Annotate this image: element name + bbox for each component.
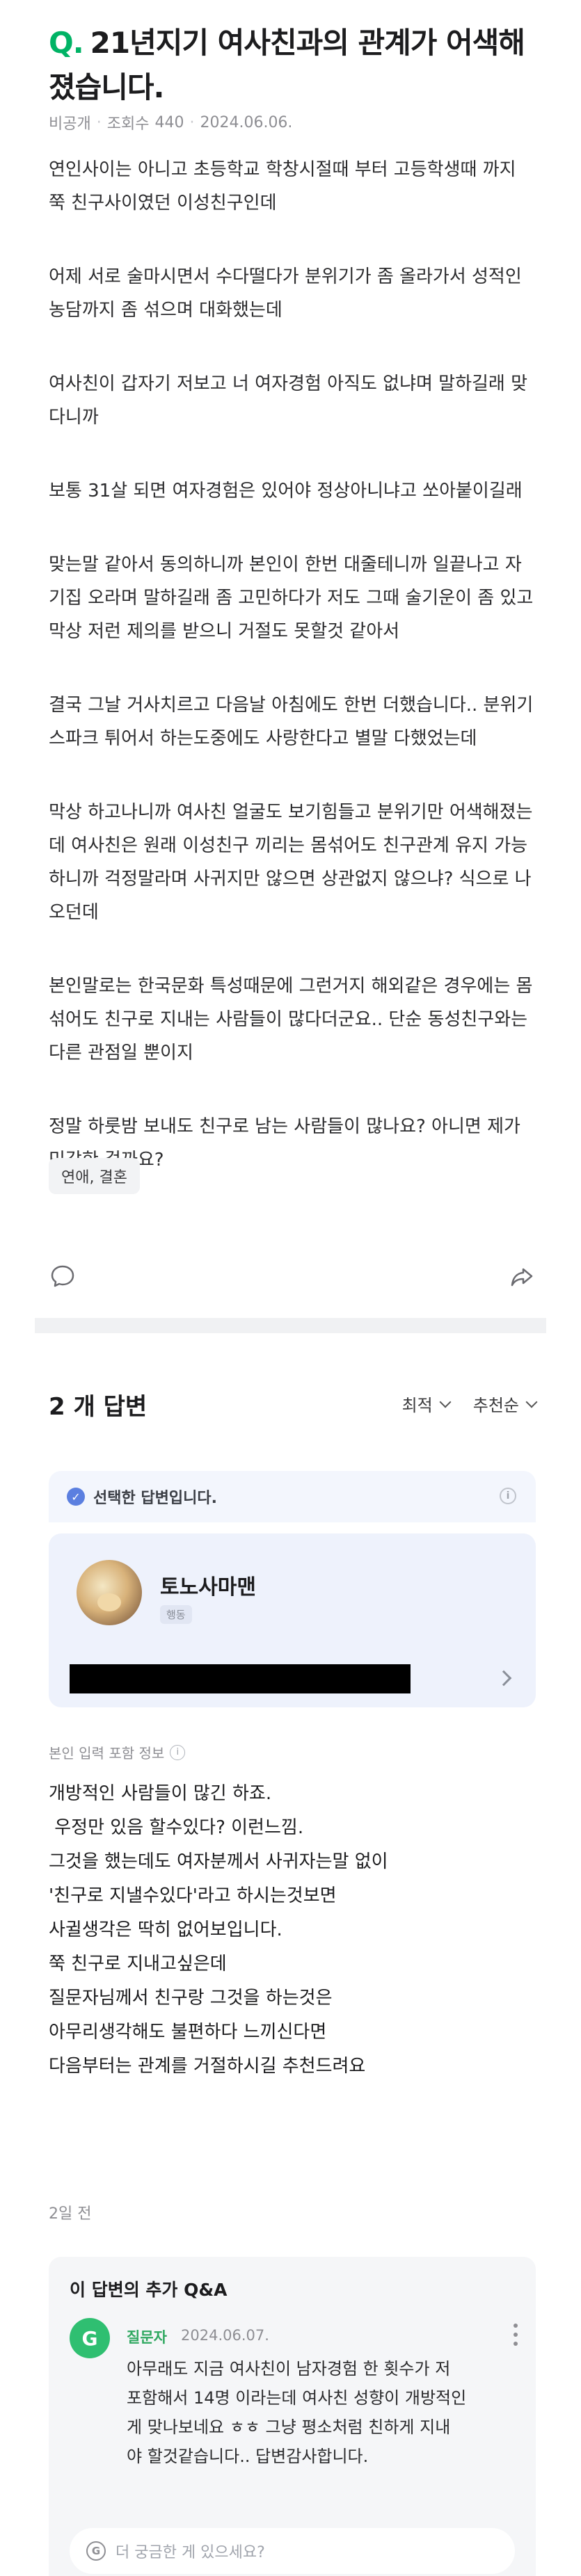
- q-mark: Q.: [49, 26, 84, 60]
- sort-best-button[interactable]: 최적: [401, 1392, 452, 1416]
- included-info: 본인 입력 포함 정보 i: [49, 1742, 186, 1762]
- check-icon: ✓: [67, 1488, 85, 1506]
- info-icon[interactable]: i: [170, 1744, 186, 1760]
- question-paragraph: 맞는말 같아서 동의하니까 본인이 한번 대줄테니까 일끝나고 자기집 오라며 …: [49, 554, 534, 642]
- question-date: 2024.06.06.: [200, 113, 293, 131]
- meta-separator: ·: [96, 113, 102, 131]
- redacted-bar: [70, 1664, 411, 1693]
- avatar: [77, 1560, 142, 1625]
- views-label: 조회수: [106, 115, 150, 133]
- more-options-icon[interactable]: [514, 2324, 519, 2346]
- asker-avatar: G: [70, 2318, 110, 2358]
- answer-line: 개방적인 사람들이 많긴 하죠.: [49, 1783, 272, 1804]
- question-meta: 비공개 · 조회수 440 · 2024.06.06.: [49, 111, 292, 134]
- question-paragraph: 보통 31살 되면 여자경험은 있어야 정상아니냐고 쏘아붙이길래: [49, 481, 523, 501]
- sort-recommend-label: 추천순: [472, 1396, 519, 1415]
- visibility-label: 비공개: [49, 115, 91, 133]
- chevron-down-icon: [525, 1396, 538, 1408]
- answer-line: 아무리생각해도 불편하다 느끼신다면: [49, 2022, 327, 2043]
- meta-separator: ·: [189, 113, 195, 131]
- followup-qa-box: 이 답변의 추가 Q&A G 질문자 2024.06.07. 아무래도 지금 여…: [49, 2257, 536, 2576]
- followup-line: 야 할것같습니다.. 답변감사합니다.: [127, 2447, 369, 2466]
- question-body: 연인사이는 아니고 초등학교 학창시절때 부터 고등학생때 까지 쭉 친구사이였…: [49, 153, 536, 1217]
- section-divider: [35, 1318, 546, 1333]
- info-icon[interactable]: i: [500, 1488, 516, 1504]
- question-paragraph: 여사친이 갑자기 저보고 너 여자경험 아직도 없냐며 말하길래 맞다니까: [49, 373, 528, 428]
- answers-count: 2 개 답변: [49, 1393, 148, 1421]
- answerer-name: 토노사마맨: [160, 1575, 256, 1600]
- answer-line: 사귈생각은 딱히 없어보입니다.: [49, 1919, 282, 1940]
- followup-line: 게 맞나보네요 ㅎㅎ 그냥 평소처럼 친하게 지내: [127, 2417, 451, 2437]
- question-title: Q. 21년지기 여사친과의 관계가 어색해 졌습니다.: [49, 21, 536, 110]
- ask-plus-icon: G: [86, 2541, 106, 2561]
- question-actions: [49, 1262, 536, 1290]
- answer-line: 쭉 친구로 지내고싶은데: [49, 1954, 227, 1974]
- answers-header: 2 개 답변 최적 추천순: [49, 1387, 538, 1422]
- answer-line: 그것을 했는데도 여자분께서 사귀자는말 없이: [49, 1851, 388, 1872]
- views-count: 440: [154, 113, 184, 131]
- sort-best-label: 최적: [401, 1396, 433, 1415]
- answerer-card[interactable]: 토노사마맨 행동: [49, 1533, 536, 1707]
- included-info-label: 본인 입력 포함 정보: [49, 1745, 165, 1762]
- answer-line: 우정만 있음 할수있다? 이런느낌.: [49, 1817, 304, 1838]
- chevron-down-icon: [439, 1396, 452, 1408]
- followup-date: 2024.06.07.: [181, 2327, 269, 2344]
- followup-line: 포함해서 14명 이라는데 여사친 성향이 개방적인: [127, 2388, 467, 2408]
- question-paragraph: 본인말로는 한국문화 특성때문에 그런거지 해외같은 경우에는 몸섞어도 친구로…: [49, 976, 533, 1063]
- question-paragraph: 연인사이는 아니고 초등학교 학창시절때 부터 고등학생때 까지 쭉 친구사이였…: [49, 159, 516, 214]
- comment-icon[interactable]: [49, 1262, 77, 1290]
- category-tag[interactable]: 연애, 결혼: [49, 1158, 140, 1194]
- selected-answer-label: 선택한 답변입니다.: [93, 1490, 217, 1507]
- followup-title: 이 답변의 추가 Q&A: [70, 2280, 228, 2300]
- sort-recommend-button[interactable]: 추천순: [472, 1392, 538, 1416]
- followup-text: 아무래도 지금 여사친이 남자경험 한 횟수가 저 포함해서 14명 이라는데 …: [127, 2354, 516, 2471]
- answerer-badge: 행동: [160, 1605, 192, 1624]
- asker-role: 질문자: [127, 2329, 167, 2346]
- answer-date: 2일 전: [49, 2205, 92, 2223]
- answer-body: 개방적인 사람들이 많긴 하죠. 우정만 있음 할수있다? 이런느낌. 그것을 …: [49, 1777, 536, 2084]
- question-title-text: 21년지기 여사친과의 관계가 어색해 졌습니다.: [49, 26, 525, 104]
- answer-line: 다음부터는 관계를 거절하시길 추천드려요: [49, 2056, 366, 2077]
- followup-line: 아무래도 지금 여사친이 남자경험 한 횟수가 저: [127, 2359, 451, 2378]
- question-paragraph: 막상 하고나니까 여사친 얼굴도 보기힘들고 분위기만 어색해졌는데 여사친은 …: [49, 802, 533, 923]
- followup-ask-input[interactable]: G 더 궁금한 게 있으세요?: [70, 2528, 515, 2574]
- selected-answer-banner: ✓ 선택한 답변입니다. i: [49, 1471, 536, 1522]
- answer-line: 질문자님께서 친구랑 그것을 하는것은: [49, 1988, 333, 2009]
- share-icon[interactable]: [508, 1262, 536, 1290]
- question-paragraph: 어제 서로 술마시면서 수다떨다가 분위기가 좀 올라가서 성적인 농담까지 좀…: [49, 266, 522, 321]
- followup-ask-placeholder: 더 궁금한 게 있으세요?: [116, 2544, 265, 2561]
- sort-controls: 최적 추천순: [401, 1392, 538, 1416]
- question-paragraph: 결국 그날 거사치르고 다음날 아침에도 한번 더했습니다.. 분위기 스파크 …: [49, 695, 534, 749]
- answer-line: '친구로 지낼수있다'라고 하시는것보면: [49, 1885, 337, 1906]
- chevron-right-icon[interactable]: [495, 1670, 512, 1687]
